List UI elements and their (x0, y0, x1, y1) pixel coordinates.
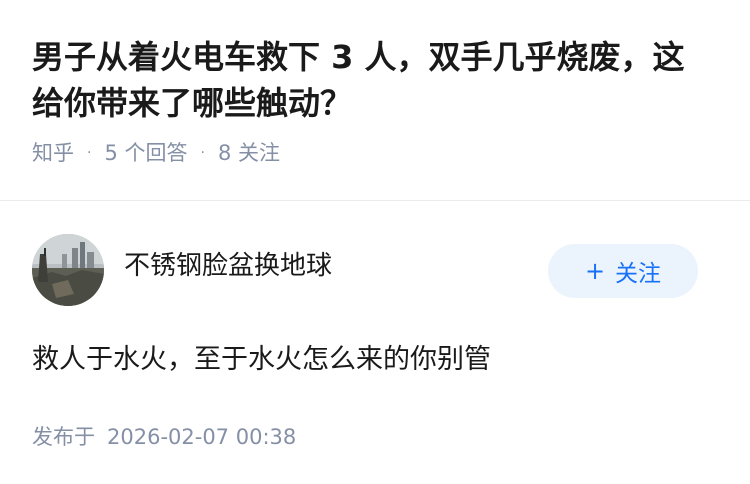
follow-button[interactable]: + 关注 (548, 244, 698, 298)
question-header: 男子从着火电车救下 3 人，双手几乎烧废，这给你带来了哪些触动？ 知乎 · 5 … (0, 0, 750, 200)
follow-label: 关注 (615, 261, 662, 287)
author-name[interactable]: 不锈钢脸盆换地球 (124, 248, 332, 284)
zhihu-answer-page: 男子从着火电车救下 3 人，双手几乎烧废，这给你带来了哪些触动？ 知乎 · 5 … (0, 0, 750, 484)
publish-prefix: 发布于 (32, 425, 95, 449)
avatar-image (32, 234, 104, 306)
answer-content[interactable]: 救人于水火，至于水火怎么来的你别管 (32, 340, 718, 380)
meta-separator: · (87, 145, 92, 161)
section-divider (0, 200, 750, 201)
question-meta: 知乎 · 5 个回答 · 8 关注 (32, 138, 718, 168)
answer-count[interactable]: 5 个回答 (104, 138, 187, 168)
source-label[interactable]: 知乎 (32, 138, 74, 168)
question-title[interactable]: 男子从着火电车救下 3 人，双手几乎烧废，这给你带来了哪些触动？ (32, 34, 692, 126)
plus-icon: + (584, 257, 606, 285)
follower-count: 8 关注 (217, 141, 280, 165)
publish-info: 发布于 2026-02-07 00:38 (32, 422, 718, 452)
meta-separator: · (200, 145, 205, 161)
author-row: 不锈钢脸盆换地球 + 关注 (32, 234, 718, 306)
answer-card: 不锈钢脸盆换地球 + 关注 救人于水火，至于水火怎么来的你别管 发布于 2026-… (0, 234, 750, 452)
avatar[interactable] (32, 234, 104, 306)
publish-time: 2026-02-07 00:38 (107, 425, 297, 449)
